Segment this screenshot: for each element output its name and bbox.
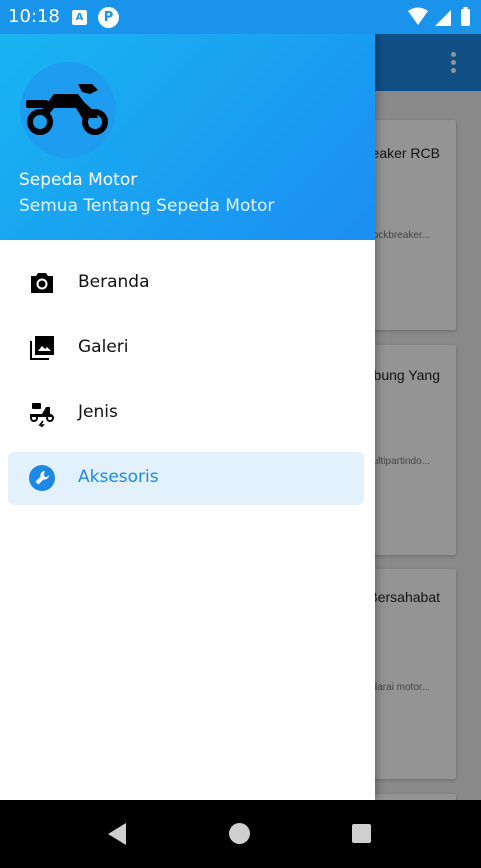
status-time: 10:18 (8, 6, 60, 27)
menu-item-label: Galeri (78, 337, 129, 357)
text-icon-glyph: A (75, 12, 84, 23)
drawer-header: Sepeda Motor Semua Tentang Sepeda Motor (0, 34, 375, 240)
menu-item-jenis[interactable]: Jenis (0, 380, 375, 445)
recent-apps-icon[interactable] (352, 824, 371, 843)
back-icon[interactable] (106, 822, 128, 846)
signal-icon (435, 10, 451, 26)
menu-item-label: Jenis (78, 402, 118, 422)
menu-item-galeri[interactable]: Galeri (0, 315, 375, 380)
drawer-menu: Beranda Galeri Jenis Aksesoris (0, 250, 375, 510)
home-icon[interactable] (229, 823, 250, 844)
photo-library-icon (30, 336, 54, 360)
motorcycle-icon (26, 84, 108, 135)
header-avatar (20, 62, 116, 158)
drawer-subtitle: Semua Tentang Sepeda Motor (19, 196, 275, 216)
drawer-title: Sepeda Motor (19, 170, 138, 190)
electric-moped-icon (30, 403, 54, 427)
menu-item-beranda[interactable]: Beranda (0, 250, 375, 315)
camera-icon (31, 273, 53, 293)
wifi-icon (408, 7, 428, 25)
notification-p-icon: P (98, 7, 119, 28)
notification-p-glyph: P (103, 10, 114, 25)
system-nav-bar (0, 800, 481, 868)
menu-item-label: Beranda (78, 272, 150, 292)
menu-item-label: Aksesoris (78, 467, 159, 487)
status-bar: 10:18 A P (0, 0, 481, 34)
menu-item-aksesoris[interactable]: Aksesoris (0, 445, 375, 510)
active-item-highlight (8, 452, 364, 505)
battery-icon (461, 9, 470, 26)
wrench-icon (29, 465, 55, 491)
navigation-drawer: Sepeda Motor Semua Tentang Sepeda Motor … (0, 34, 375, 800)
status-right-icons (408, 7, 470, 26)
text-icon: A (72, 10, 87, 25)
